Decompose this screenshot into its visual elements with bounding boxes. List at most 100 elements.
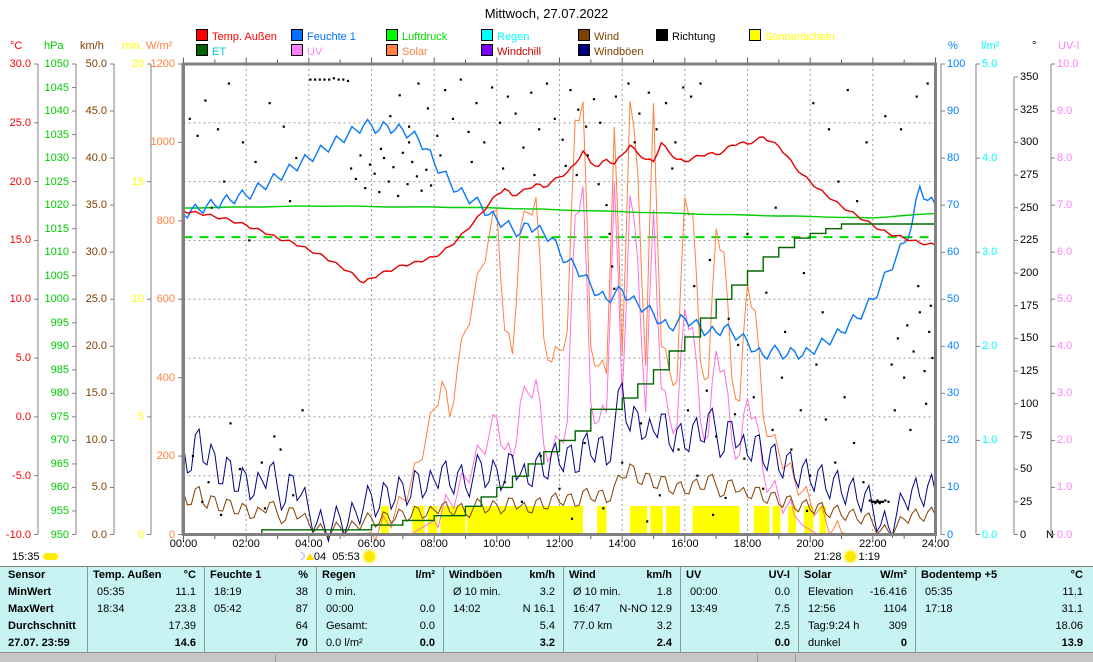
snapshot-time-label: 15:35 [12,551,58,564]
direction-dot [217,128,219,130]
sunset-marker: 21:281:19 [814,551,880,564]
direction-dot [876,499,878,501]
statistics-table: SensorMinWertMaxWertDurchschnitt27.07. 2… [0,566,1093,653]
direction-dot [204,99,206,101]
weather-chart-plot [0,0,1093,662]
direction-dot [392,166,394,168]
rise-arrow-icon [306,553,314,560]
direction-dot [530,92,532,94]
table-value: 64 [210,618,308,635]
sunshine-block [597,506,606,534]
direction-dot [746,233,748,235]
table-row-label: Durchschnitt [8,618,86,635]
x-tick-label: 24:00 [914,538,958,550]
direction-dot [912,350,914,352]
direction-dot [436,135,438,137]
direction-dot [397,195,399,197]
direction-dot [648,92,650,94]
direction-dot [874,502,876,504]
x-tick-label: 20:00 [788,538,832,550]
direction-dot [665,102,667,104]
sunshine-block [666,506,680,534]
sunshine-block [650,506,663,534]
direction-dot [593,98,595,100]
table-value: N-NO 12.9 [569,601,672,618]
direction-dot [452,118,454,120]
direction-dot [906,324,908,326]
direction-dot [416,175,418,177]
direction-dot [328,79,330,81]
direction-dot [709,259,711,261]
table-value: 38 [210,584,308,601]
direction-dot [359,154,361,156]
direction-dot [189,118,191,120]
table-value: 2.5 [686,618,790,635]
direction-dot [882,501,884,503]
direction-dot [521,501,523,503]
direction-dot [605,204,607,206]
table-value: 11.1 [921,584,1083,601]
x-tick-label: 16:00 [663,538,707,550]
x-tick-label: 10:00 [475,538,519,550]
direction-dot [585,126,587,128]
moonrise-marker: ☽04 05:53 [296,551,375,564]
direction-dot [862,481,864,483]
direction-dot [599,122,601,124]
direction-dot [809,475,811,477]
weather-chart-window: Mittwoch, 27.07.2022 Temp. AußenFeuchte … [0,0,1093,662]
direction-dot [280,448,282,450]
table-value: 18.06 [921,618,1083,635]
direction-dot [319,79,321,81]
direction-dot [283,126,285,128]
direction-dot [615,96,617,98]
direction-dot [444,89,446,91]
sunrise-time: 05:53 [332,551,360,563]
table-row-label: MaxWert [8,601,86,618]
direction-dot [460,79,462,81]
table-col-unit: km/h [569,567,672,584]
direction-dot [677,448,679,450]
direction-dot [242,141,244,143]
x-tick-label: 08:00 [412,538,456,550]
table-value: 1104 [804,601,907,618]
direction-dot [928,331,930,333]
direction-dot [421,190,423,192]
direction-dot [844,396,846,398]
direction-dot [383,157,385,159]
direction-dot [812,102,814,104]
direction-dot [879,502,881,504]
table-value: 5.4 [449,618,555,635]
direction-dot [364,187,366,189]
direction-dot [540,455,542,457]
table-value: 3.2 [569,618,672,635]
direction-dot [923,370,925,372]
table-value: 70 [210,635,308,652]
direction-dot [425,169,427,171]
direction-dot [800,409,802,411]
direction-dot [765,292,767,294]
direction-dot [347,80,349,82]
direction-dot [682,86,684,88]
direction-dot [378,191,380,193]
direction-dot [211,207,213,209]
direction-dot [674,141,676,143]
direction-dot [576,174,578,176]
table-value: 87 [210,601,308,618]
direction-dot [903,377,905,379]
x-tick-label: 00:00 [162,538,206,550]
direction-dot [355,178,357,180]
table-value: 17.39 [93,618,196,635]
table-value: 2.4 [569,635,672,652]
direction-dot [499,122,501,124]
direction-dot [430,184,432,186]
direction-dot [927,82,929,84]
direction-dot [197,135,199,137]
table-value: -16.416 [804,584,907,601]
direction-dot [248,239,250,241]
direction-dot [333,77,335,79]
table-value: 31.1 [921,601,1083,618]
direction-dot [611,265,613,267]
direction-dot [569,89,571,91]
direction-dot [884,499,886,501]
table-col-unit: l/m² [322,567,435,584]
